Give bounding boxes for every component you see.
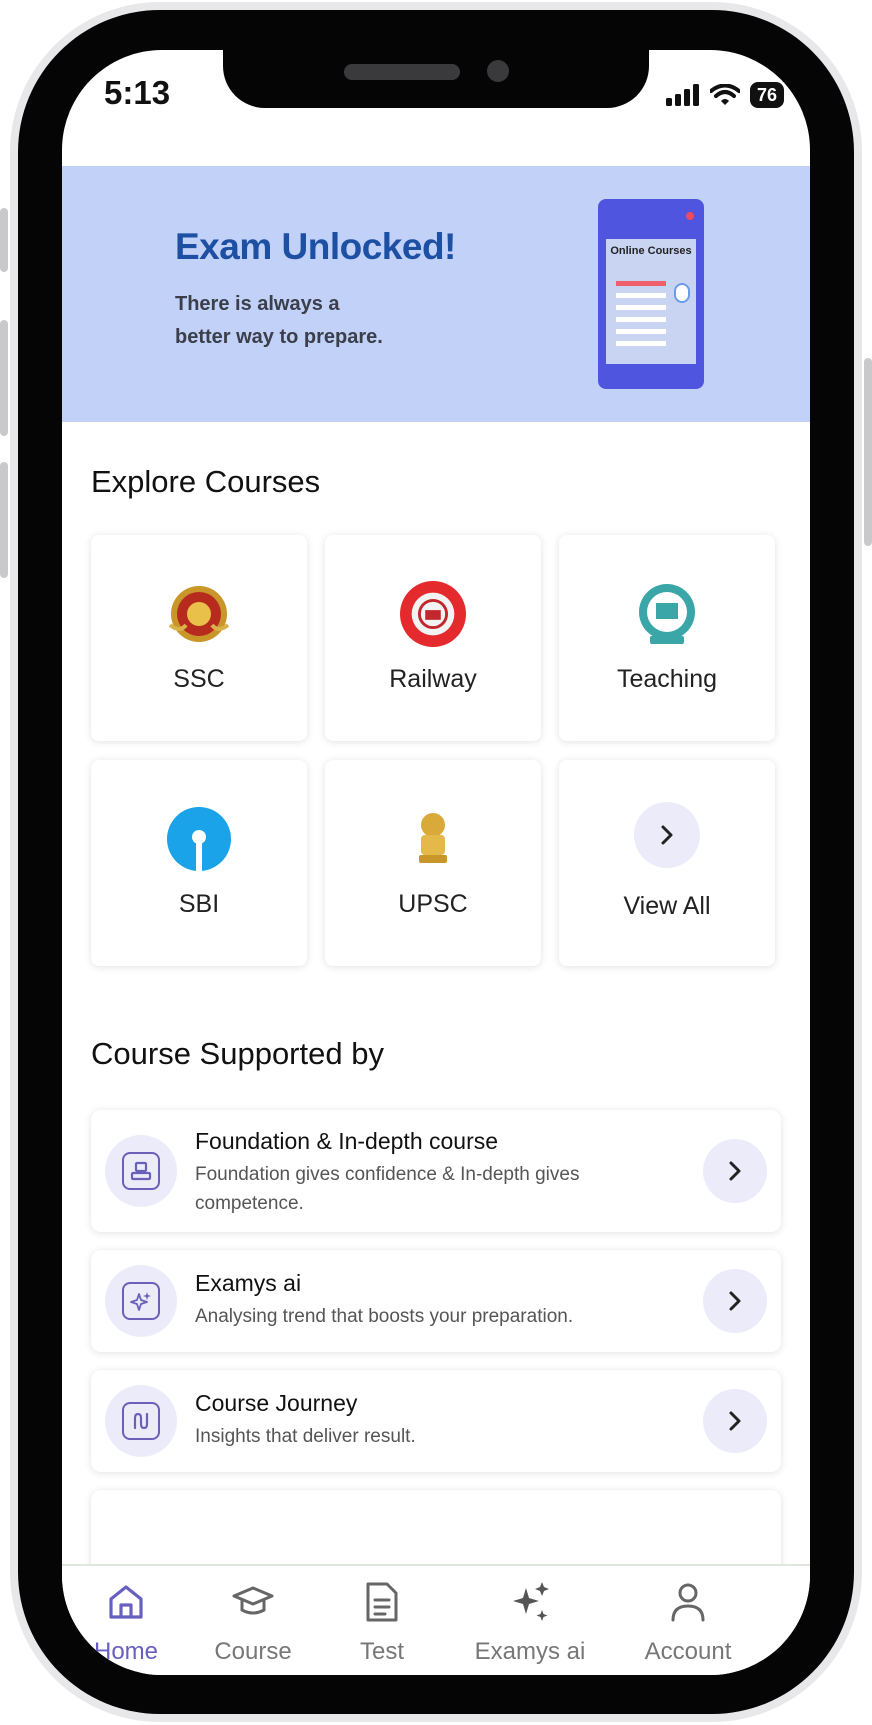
card-description: Analysing trend that boosts your prepara… <box>195 1306 574 1327</box>
sbi-logo-icon <box>166 806 232 872</box>
railway-emblem-icon <box>400 581 466 647</box>
teaching-emblem-icon <box>634 581 700 647</box>
volume-up-button <box>0 320 8 436</box>
nav-account[interactable]: Account <box>628 1566 748 1675</box>
sparkle-icon <box>508 1580 552 1624</box>
nav-label: Examys ai <box>474 1638 586 1665</box>
document-icon <box>360 1580 404 1624</box>
foundation-icon <box>105 1135 177 1207</box>
tile-label: View All <box>623 892 711 920</box>
notch <box>223 50 649 108</box>
illustration-knob <box>674 283 690 303</box>
nav-label: Account <box>644 1638 732 1665</box>
nav-course[interactable]: Course <box>198 1566 308 1675</box>
journey-path-icon-frame <box>122 1402 160 1440</box>
status-icons: 76 <box>665 82 784 108</box>
banner-subtitle-line1: There is always a <box>175 293 340 315</box>
wifi-icon <box>709 84 740 105</box>
home-icon <box>104 1580 148 1624</box>
support-card-course-journey[interactable]: Course Journey Insights that deliver res… <box>91 1370 781 1472</box>
online-courses-illustration: Online Courses <box>598 199 704 389</box>
chevron-right-icon[interactable] <box>703 1139 767 1203</box>
mute-switch <box>0 208 8 272</box>
illustration-line <box>616 341 666 346</box>
chevron-right-icon[interactable] <box>703 1269 767 1333</box>
bottom-nav: Home Course Test Examys ai Account <box>62 1564 810 1675</box>
card-title: Examys ai <box>195 1270 302 1296</box>
nav-label: Test <box>359 1638 404 1665</box>
power-button <box>864 358 872 546</box>
nav-home[interactable]: Home <box>78 1566 174 1675</box>
tile-label: Railway <box>389 665 477 693</box>
nav-label: Course <box>214 1638 292 1665</box>
illustration-line <box>616 293 666 298</box>
support-card-foundation[interactable]: Foundation & In-depth course Foundation … <box>91 1110 781 1232</box>
course-tile-sbi[interactable]: SBI <box>91 760 307 966</box>
nav-label: Home <box>93 1638 159 1665</box>
illustration-caption: Online Courses <box>610 245 692 257</box>
speaker-grille <box>344 64 460 80</box>
foundation-icon-frame <box>122 1152 160 1190</box>
illustration-line <box>616 281 666 286</box>
card-title: Course Journey <box>195 1390 358 1416</box>
nav-test[interactable]: Test <box>332 1566 432 1675</box>
course-tile-teaching[interactable]: Teaching <box>559 535 775 741</box>
sparkle-icon <box>105 1265 177 1337</box>
course-tile-ssc[interactable]: SSC <box>91 535 307 741</box>
card-description: Foundation gives confidence & In-depth g… <box>195 1164 580 1214</box>
card-title: Foundation & In-depth course <box>195 1128 499 1154</box>
banner-title: Exam Unlocked! <box>175 226 456 267</box>
illustration-dot <box>686 212 694 220</box>
banner-subtitle: There is always a better way to prepare. <box>175 288 415 354</box>
sparkle-icon-frame <box>122 1282 160 1320</box>
battery-indicator: 76 <box>749 82 784 108</box>
graduation-cap-icon <box>231 1580 275 1624</box>
chevron-right-icon <box>634 802 700 868</box>
nav-examys-ai[interactable]: Examys ai <box>460 1566 600 1675</box>
course-tile-view-all[interactable]: View All <box>559 760 775 966</box>
course-supported-title: Course Supported by <box>91 1036 384 1071</box>
explore-courses-title: Explore Courses <box>91 464 321 499</box>
tile-label: UPSC <box>398 890 468 918</box>
illustration-line <box>616 305 666 310</box>
national-emblem-icon <box>400 806 466 872</box>
illustration-line <box>616 329 666 334</box>
banner-subtitle-line2: better way to prepare. <box>175 326 383 348</box>
tile-label: Teaching <box>616 665 718 693</box>
front-camera <box>487 60 509 82</box>
illustration-line <box>616 317 666 322</box>
card-description: Insights that deliver result. <box>195 1426 416 1447</box>
volume-down-button <box>0 462 8 578</box>
course-tile-railway[interactable]: Railway <box>325 535 541 741</box>
status-time: 5:13 <box>104 74 171 111</box>
tile-label: SBI <box>178 890 220 918</box>
tile-label: SSC <box>173 665 225 693</box>
support-card-examys-ai[interactable]: Examys ai Analysing trend that boosts yo… <box>91 1250 781 1352</box>
promo-banner[interactable]: Exam Unlocked! There is always a better … <box>62 166 810 422</box>
course-tile-upsc[interactable]: UPSC <box>325 760 541 966</box>
journey-path-icon <box>105 1385 177 1457</box>
ssc-emblem-icon <box>166 581 232 647</box>
chevron-right-icon[interactable] <box>703 1389 767 1453</box>
user-icon <box>666 1580 710 1624</box>
signal-icon <box>665 84 699 106</box>
app-screen: 5:13 76 Exam Unlocked! There is always a… <box>62 50 810 1675</box>
